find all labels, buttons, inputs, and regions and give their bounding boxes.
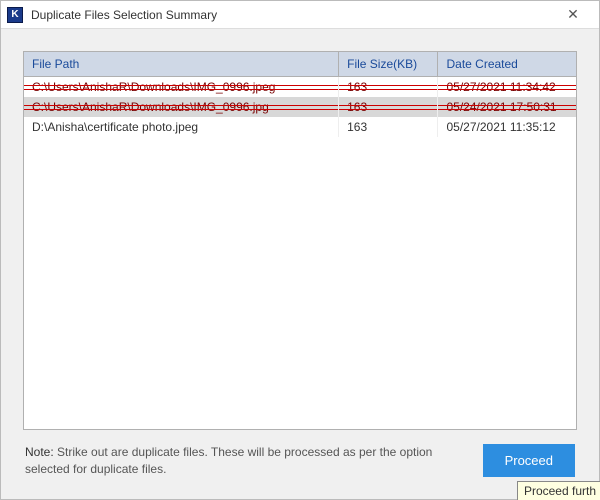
header-date-created[interactable]: Date Created xyxy=(438,52,576,77)
footer: Note: Strike out are duplicate files. Th… xyxy=(23,430,577,487)
note-text: Note: Strike out are duplicate files. Th… xyxy=(25,444,471,476)
proceed-button[interactable]: Proceed xyxy=(483,444,575,477)
cell-date: 05/24/2021 17:50:31 xyxy=(438,97,576,117)
app-icon: K xyxy=(7,7,23,23)
cell-size: 163 xyxy=(339,97,438,117)
cell-path: C:\Users\AnishaR\Downloads\IMG_0996.jpg xyxy=(24,97,339,117)
file-table-wrap: File Path File Size(KB) Date Created C:\… xyxy=(23,51,577,430)
cell-path: D:\Anisha\certificate photo.jpeg xyxy=(24,117,339,137)
table-row[interactable]: D:\Anisha\certificate photo.jpeg16305/27… xyxy=(24,117,576,137)
file-table: File Path File Size(KB) Date Created C:\… xyxy=(24,52,576,137)
close-icon: ✕ xyxy=(567,6,579,23)
cell-date: 05/27/2021 11:34:42 xyxy=(438,77,576,98)
table-row[interactable]: C:\Users\AnishaR\Downloads\IMG_0996.jpeg… xyxy=(24,77,576,98)
close-button[interactable]: ✕ xyxy=(553,1,593,29)
window-title: Duplicate Files Selection Summary xyxy=(31,8,553,22)
note-body: Strike out are duplicate files. These wi… xyxy=(25,445,432,475)
dialog-window: K Duplicate Files Selection Summary ✕ Fi… xyxy=(0,0,600,500)
note-label: Note: xyxy=(25,445,54,459)
titlebar: K Duplicate Files Selection Summary ✕ xyxy=(1,1,599,29)
cell-path: C:\Users\AnishaR\Downloads\IMG_0996.jpeg xyxy=(24,77,339,98)
header-file-size[interactable]: File Size(KB) xyxy=(339,52,438,77)
header-file-path[interactable]: File Path xyxy=(24,52,339,77)
tooltip-fragment: Proceed furth xyxy=(517,481,600,500)
table-header-row: File Path File Size(KB) Date Created xyxy=(24,52,576,77)
cell-date: 05/27/2021 11:35:12 xyxy=(438,117,576,137)
cell-size: 163 xyxy=(339,77,438,98)
content-area: File Path File Size(KB) Date Created C:\… xyxy=(1,29,599,499)
table-row[interactable]: C:\Users\AnishaR\Downloads\IMG_0996.jpg1… xyxy=(24,97,576,117)
cell-size: 163 xyxy=(339,117,438,137)
